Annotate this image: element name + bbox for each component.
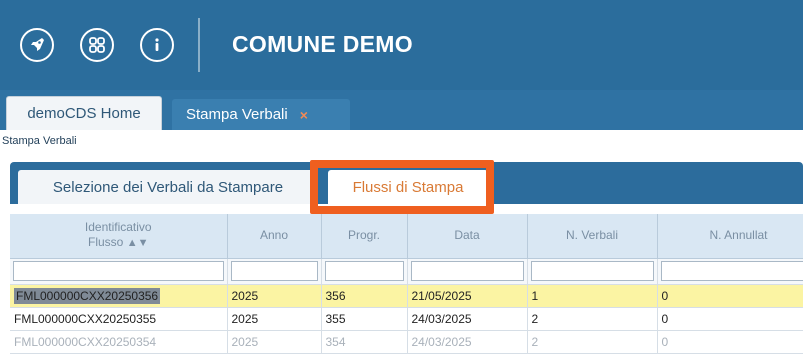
main-tab-bar: demoCDS Home Stampa Verbali × (0, 90, 803, 130)
rocket-icon[interactable] (20, 28, 54, 62)
cell-anno: 2025 (227, 284, 322, 308)
tab-flussi-di-stampa[interactable]: Flussi di Stampa (328, 170, 488, 204)
breadcrumb: Stampa Verbali (0, 130, 803, 152)
tab-democds-home[interactable]: demoCDS Home (6, 96, 162, 130)
app-title: COMUNE DEMO (232, 31, 413, 57)
info-icon[interactable] (140, 28, 174, 62)
close-icon[interactable]: × (300, 107, 308, 123)
table-row[interactable]: FML000000CXX20250354 2025 354 24/03/2025… (10, 330, 803, 354)
cell-identificativo: FML000000CXX20250354 (10, 330, 228, 354)
cell-n-verbali: 2 (527, 330, 658, 354)
cell-n-annullati: 0 (657, 307, 803, 331)
cell-data: 21/05/2025 (407, 284, 528, 308)
filter-input-data[interactable] (410, 261, 524, 281)
cell-progr: 355 (321, 307, 408, 331)
filter-input-n-annullati[interactable] (660, 261, 803, 281)
cell-n-annullati: 0 (657, 284, 803, 308)
tab-label: Stampa Verbali (186, 106, 288, 123)
cell-n-verbali: 1 (527, 284, 658, 308)
cell-progr: 356 (321, 284, 408, 308)
tab-selezione-verbali[interactable]: Selezione dei Verbali da Stampare (18, 170, 318, 204)
cell-n-annullati: 0 (657, 330, 803, 354)
column-header-data[interactable]: Data (407, 214, 528, 259)
cell-data: 24/03/2025 (407, 307, 528, 331)
filter-input-anno[interactable] (230, 261, 318, 281)
cell-anno: 2025 (227, 307, 322, 331)
column-header-n-verbali[interactable]: N. Verbali (527, 214, 658, 259)
cell-progr: 354 (321, 330, 408, 354)
column-header-n-annullati[interactable]: N. Annullat (657, 214, 803, 259)
filter-input-progr[interactable] (324, 261, 404, 281)
column-header-label: Identificativo (84, 220, 152, 235)
tab-stampa-verbali[interactable]: Stampa Verbali × (172, 99, 350, 130)
column-header-label: Flusso (88, 235, 124, 250)
column-header-anno[interactable]: Anno (227, 214, 322, 259)
cell-n-verbali: 2 (527, 307, 658, 331)
header-separator (198, 18, 200, 72)
filter-input-n-verbali[interactable] (530, 261, 654, 281)
sort-icon[interactable]: ▲▼ (127, 237, 149, 249)
app-header: COMUNE DEMO (0, 0, 803, 90)
sub-tab-bar: Selezione dei Verbali da Stampare Flussi… (10, 162, 803, 204)
apps-grid-icon[interactable] (80, 28, 114, 62)
tab-label: demoCDS Home (27, 105, 141, 122)
cell-data: 24/03/2025 (407, 330, 528, 354)
cell-identificativo: FML000000CXX20250355 (10, 307, 228, 331)
filter-row (10, 258, 803, 285)
filter-input-identificativo[interactable] (13, 261, 224, 281)
cell-identificativo: FML000000CXX20250356 (14, 287, 161, 304)
table-row[interactable]: FML000000CXX20250355 2025 355 24/03/2025… (10, 307, 803, 331)
table-row[interactable]: FML000000CXX20250356 2025 356 21/05/2025… (10, 284, 803, 308)
column-header-identificativo[interactable]: Identificativo Flusso ▲▼ (10, 214, 228, 259)
content-panel: Selezione dei Verbali da Stampare Flussi… (0, 152, 803, 364)
flussi-grid: Identificativo Flusso ▲▼ Anno Progr. Dat… (10, 214, 803, 354)
column-header-progr[interactable]: Progr. (321, 214, 408, 259)
cell-anno: 2025 (227, 330, 322, 354)
